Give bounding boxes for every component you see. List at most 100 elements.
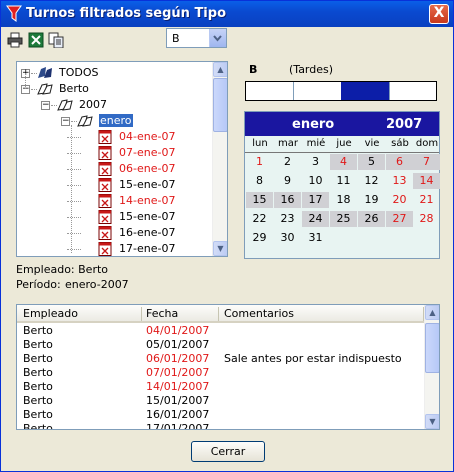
calendar-day[interactable]: 8: [246, 173, 273, 189]
tree-node[interactable]: 2007: [57, 97, 227, 113]
scroll-thumb[interactable]: [425, 323, 439, 373]
scroll-down-icon[interactable]: ▼: [425, 414, 439, 429]
calendar-day[interactable]: 7: [413, 154, 440, 170]
calendar-day[interactable]: 31: [302, 230, 329, 246]
column-header-empleado[interactable]: Empleado: [23, 307, 78, 320]
scroll-up-icon[interactable]: ▲: [213, 62, 227, 77]
calendar-day[interactable]: 26: [358, 211, 385, 227]
calendar-day[interactable]: 15: [246, 192, 273, 208]
calendar-day[interactable]: 3: [302, 154, 329, 170]
tree-node[interactable]: 04-ene-07: [97, 129, 227, 145]
calendar-day[interactable]: 30: [274, 230, 301, 246]
list-row[interactable]: Berto 05/01/2007: [17, 338, 422, 352]
list-row[interactable]: Berto 06/01/2007 Sale antes por estar indi…: [17, 352, 422, 366]
column-divider[interactable]: [218, 307, 219, 321]
shift-list[interactable]: Empleado Fecha Comentarios Berto 04/01/20…: [16, 304, 440, 430]
calendar-day[interactable]: 5: [358, 154, 385, 170]
tree-node[interactable]: TODOS: [37, 65, 227, 81]
folder-icon: [57, 98, 74, 112]
weekday-label: vie: [364, 138, 380, 149]
tree-node-label: 07-ene-07: [119, 146, 176, 159]
calendar-header: enero 2007: [245, 112, 439, 136]
tree-node[interactable]: 07-ene-07: [97, 145, 227, 161]
tree-expander[interactable]: −: [61, 117, 70, 126]
calendar-day[interactable]: 22: [246, 211, 273, 227]
shift-type-select[interactable]: B: [166, 28, 227, 48]
chevron-down-icon[interactable]: [209, 29, 226, 47]
list-row[interactable]: Berto 04/01/2007: [17, 324, 422, 338]
column-divider[interactable]: [141, 307, 142, 321]
calendar-page-icon: [97, 226, 114, 240]
tree-connector: [67, 249, 81, 250]
scroll-thumb[interactable]: [213, 78, 227, 132]
calendar-page-icon: [97, 242, 114, 256]
list-row[interactable]: Berto 16/01/2007: [17, 408, 422, 422]
calendar-day[interactable]: 4: [330, 154, 357, 170]
dialog-window: Turnos filtrados según Tipo X B + TODOS − B…: [0, 0, 454, 472]
calendar-day[interactable]: 24: [302, 211, 329, 227]
weekday-label: lun: [252, 138, 268, 149]
list-row[interactable]: Berto 07/01/2007: [17, 366, 422, 380]
tree-node-label: 17-ene-07: [119, 242, 176, 255]
calendar-day[interactable]: 10: [302, 173, 329, 189]
tree-node[interactable]: 06-ene-07: [97, 161, 227, 177]
column-header-comentarios[interactable]: Comentarios: [224, 307, 294, 320]
tree-node[interactable]: 14-ene-07: [97, 193, 227, 209]
calendar-day[interactable]: 13: [386, 173, 413, 189]
calendar-day[interactable]: 18: [330, 192, 357, 208]
calendar-day[interactable]: 20: [386, 192, 413, 208]
calendar-day[interactable]: 14: [413, 173, 440, 189]
excel-icon[interactable]: [28, 32, 44, 48]
cell-comentario: Sale antes por estar indispuesto: [224, 352, 402, 365]
calendar-day[interactable]: 19: [358, 192, 385, 208]
calendar-day[interactable]: 17: [302, 192, 329, 208]
shift-timeline-bar: [245, 81, 437, 101]
calendar-day[interactable]: 23: [274, 211, 301, 227]
tree-node[interactable]: 17-ene-07: [97, 241, 227, 256]
tree-node[interactable]: Berto: [37, 81, 227, 97]
calendar-day[interactable]: 28: [413, 211, 440, 227]
cell-fecha: 04/01/2007: [146, 324, 210, 337]
window-title: Turnos filtrados según Tipo: [26, 6, 227, 21]
close-button[interactable]: Cerrar: [191, 441, 265, 462]
calendar-day[interactable]: 9: [274, 173, 301, 189]
tree-node[interactable]: enero: [77, 113, 227, 129]
column-header-fecha[interactable]: Fecha: [146, 307, 178, 320]
list-row[interactable]: Berto 15/01/2007: [17, 394, 422, 408]
calendar-day[interactable]: 12: [358, 173, 385, 189]
close-window-button[interactable]: X: [429, 4, 449, 24]
calendar-day[interactable]: 29: [246, 230, 273, 246]
folder-open-icon: [77, 114, 94, 128]
calendar-day[interactable]: 6: [386, 154, 413, 170]
print-icon[interactable]: [7, 32, 23, 48]
calendar-day[interactable]: 27: [386, 211, 413, 227]
weekday-label: dom: [415, 138, 439, 149]
scroll-up-icon[interactable]: ▲: [425, 305, 439, 320]
period-value: enero-2007: [65, 278, 129, 291]
tree-connector: [67, 153, 81, 154]
employee-tree[interactable]: + TODOS − Berto −2007− enero 04-ene-07 07-ene-0…: [16, 61, 228, 257]
calendar-page-icon: [97, 194, 114, 208]
employee-info: Empleado: Berto: [16, 263, 109, 276]
list-row[interactable]: Berto 17/01/2007: [17, 422, 422, 429]
tree-node[interactable]: 15-ene-07: [97, 177, 227, 193]
tree-node[interactable]: 16-ene-07: [97, 225, 227, 241]
list-scrollbar[interactable]: ▲ ▼: [424, 305, 439, 429]
calendar-day[interactable]: 21: [413, 192, 440, 208]
month-calendar[interactable]: enero 2007 lun mar mié jue vie sáb dom 1234567…: [244, 111, 440, 259]
calendar-day[interactable]: 11: [330, 173, 357, 189]
tree-expander[interactable]: −: [41, 101, 50, 110]
calendar-day[interactable]: 25: [330, 211, 357, 227]
copy-icon[interactable]: [48, 32, 64, 48]
tree-scrollbar[interactable]: ▲ ▼: [212, 62, 227, 256]
calendar-day[interactable]: 2: [274, 154, 301, 170]
scroll-down-icon[interactable]: ▼: [213, 241, 227, 256]
list-row[interactable]: Berto 14/01/2007: [17, 380, 422, 394]
period-label: Período:: [16, 278, 61, 291]
cell-empleado: Berto: [23, 352, 53, 365]
tree-node-label: TODOS: [59, 66, 99, 79]
calendar-day[interactable]: 16: [274, 192, 301, 208]
tree-node[interactable]: 15-ene-07: [97, 209, 227, 225]
calendar-day[interactable]: 1: [246, 154, 273, 170]
title-bar: Turnos filtrados según Tipo X: [1, 1, 453, 27]
